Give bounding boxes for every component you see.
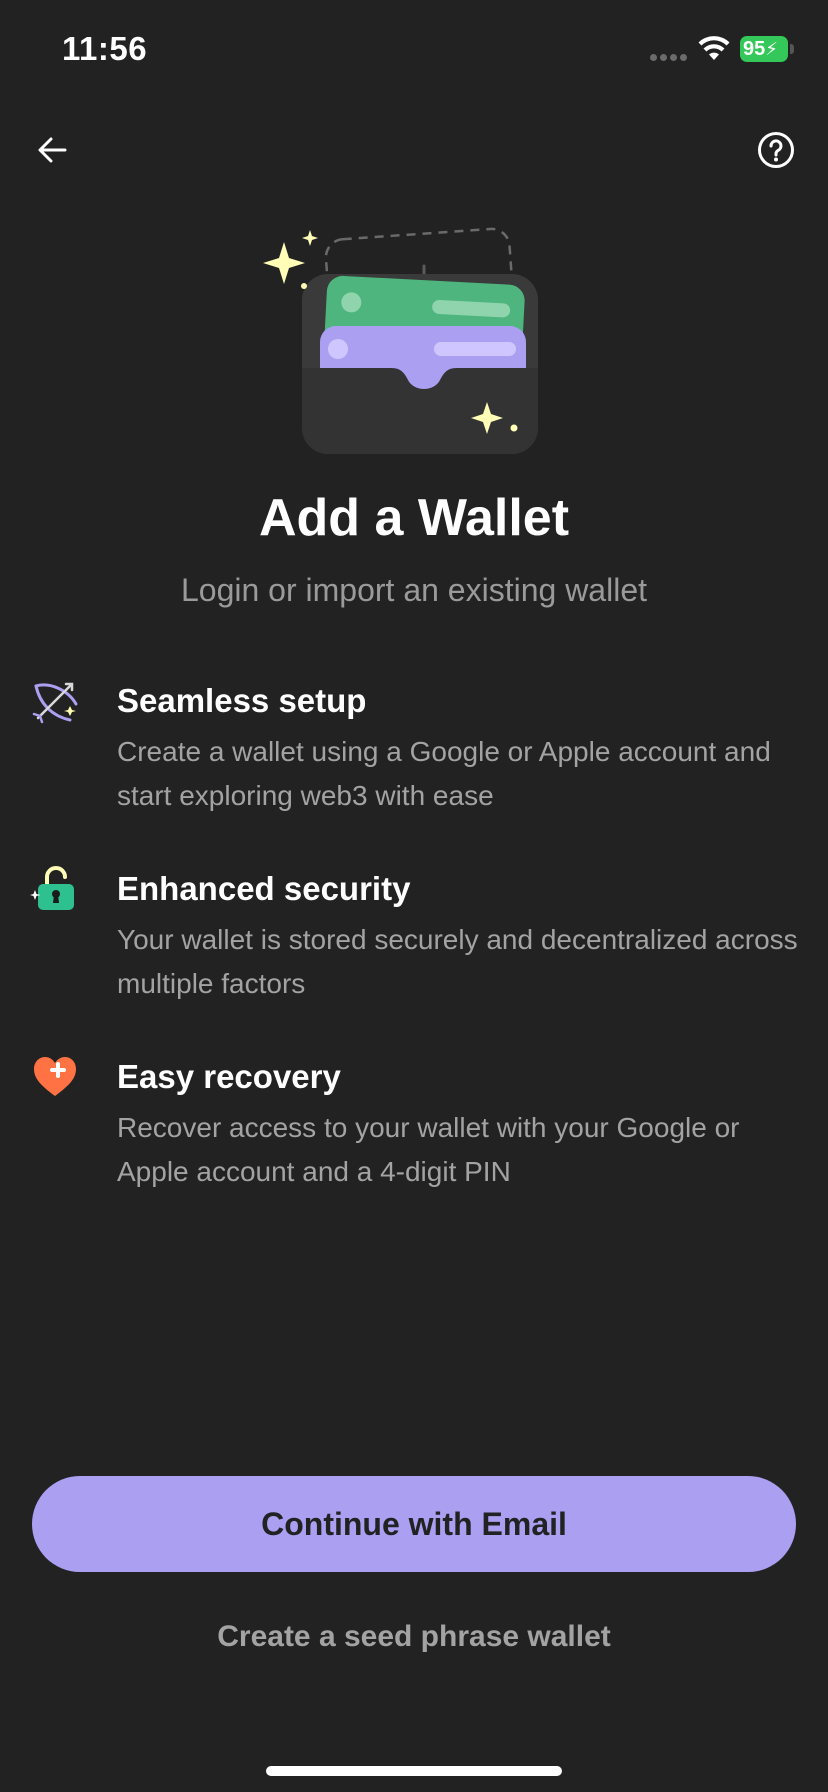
battery-level: 95 — [743, 38, 766, 60]
battery-nub — [790, 44, 794, 54]
status-indicators: 95⚡ — [628, 34, 828, 66]
back-button[interactable] — [30, 128, 74, 172]
heart-plus-icon — [34, 1057, 76, 1096]
feature-title: Seamless setup — [117, 682, 367, 719]
help-button[interactable] — [754, 128, 798, 172]
arrow-left-icon — [38, 137, 67, 163]
status-time: 11:56 — [62, 30, 148, 67]
wallet-illustration — [263, 227, 538, 454]
page-title: Add a Wallet — [258, 489, 570, 547]
battery-icon: 95⚡ — [740, 36, 788, 62]
cellular-signal-icon — [650, 54, 687, 61]
feature-title: Enhanced security — [117, 870, 411, 907]
feature-description: Your wallet is stored securely and decen… — [117, 924, 798, 999]
question-circle-icon — [758, 132, 794, 168]
padlock-icon — [30, 866, 74, 910]
bow-arrow-icon — [32, 682, 78, 724]
continue-with-email-button[interactable]: Continue with Email — [32, 1476, 796, 1572]
status-bar: 11:56 95⚡ — [0, 0, 828, 100]
feature-description: Create a wallet using a Google or Apple … — [117, 736, 771, 811]
create-seed-phrase-wallet-link[interactable]: Create a seed phrase wallet — [0, 1620, 828, 1654]
feature-description: Recover access to your wallet with your … — [117, 1112, 740, 1187]
page-subtitle: Login or import an existing wallet — [180, 572, 647, 608]
home-indicator — [266, 1766, 562, 1776]
wifi-icon — [698, 36, 730, 60]
feature-title: Easy recovery — [117, 1058, 341, 1095]
